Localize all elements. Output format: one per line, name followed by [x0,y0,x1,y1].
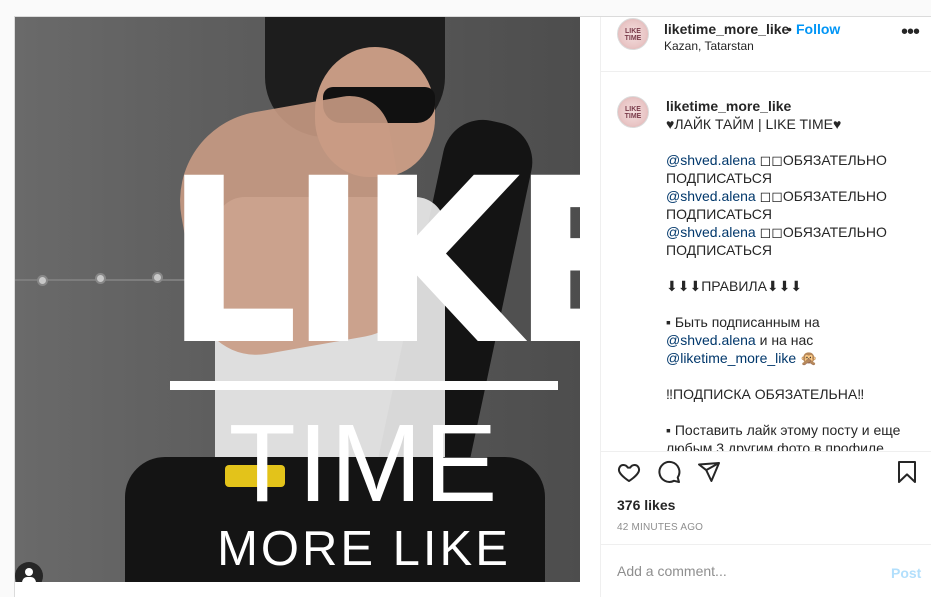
mention-link[interactable]: @shved.alena [666,332,756,348]
caption-line [666,367,916,385]
comment-box: Post [601,544,931,597]
mention-link[interactable]: @shved.alena [666,224,756,240]
user-head-shape [25,568,33,576]
caption-line: @shved.alena ◻◻ОБЯЗАТЕЛЬНО ПОДПИСАТЬСЯ [666,151,916,187]
post-image[interactable]: LIKE TIME MORE LIKE [15,17,580,582]
avatar-logo-text: LIKE TIME [624,106,642,120]
caption-line: ▪ Быть подписанным на [666,313,916,331]
overlay-time-text: TIME [228,402,500,525]
mention-link[interactable]: @liketime_more_like [666,350,796,366]
caption-line [666,259,916,277]
header-username[interactable]: liketime_more_like [664,21,789,37]
overlay-divider [170,381,558,390]
caption-username[interactable]: liketime_more_like [666,97,916,115]
post-header: LIKE TIME liketime_more_like • Follow Ka… [601,17,931,72]
avatar-logo-text: LIKE TIME [624,28,642,42]
caption-body: liketime_more_like ♥ЛАЙК ТАЙМ | LIKE TIM… [666,97,916,451]
caption-line [666,403,916,421]
comment-icon[interactable] [657,460,681,484]
heart-icon[interactable] [617,460,641,484]
mention-link[interactable]: @shved.alena [666,152,756,168]
caption-text: ▪ Быть подписанным на [666,314,820,330]
comment-input[interactable] [617,563,867,579]
likes-count[interactable]: 376 likes [617,497,675,513]
caption-avatar[interactable]: LIKE TIME [617,96,649,128]
mention-link[interactable]: @shved.alena [666,188,756,204]
header-separator: • [787,21,792,37]
share-icon[interactable] [697,460,721,484]
caption-text: ‼ПОДПИСКА ОБЯЗАТЕЛЬНА‼ [666,386,865,402]
post-dialog: LIKE TIME MORE LIKE LIKE TIME liketime_m… [14,16,931,597]
caption-text: и на нас [755,332,814,348]
follow-button[interactable]: Follow [796,21,840,37]
tagged-users-icon[interactable] [15,562,43,582]
caption-line: ▪ Поставить лайк этому посту и еще любым… [666,421,916,451]
caption-line: ⬇⬇⬇ПРАВИЛА⬇⬇⬇ [666,277,916,295]
caption-line [666,133,916,151]
caption-line: ♥ЛАЙК ТАЙМ | LIKE TIME♥ [666,115,916,133]
caption-line: @liketime_more_like 🙊 [666,349,916,367]
caption-line [666,295,916,313]
bookmark-icon[interactable] [895,460,919,484]
caption-text: ⬇⬇⬇ПРАВИЛА⬇⬇⬇ [666,278,803,294]
caption-line: ‼ПОДПИСКА ОБЯЗАТЕЛЬНА‼ [666,385,916,403]
post-sidebar: LIKE TIME liketime_more_like • Follow Ka… [600,17,931,597]
caption-line: @shved.alena и на нас [666,331,916,349]
caption-text: ♥ЛАЙК ТАЙМ | LIKE TIME♥ [666,116,842,132]
location-link[interactable]: Kazan, Tatarstan [664,39,754,53]
overlay-more-like-text: MORE LIKE [217,522,511,576]
post-timestamp[interactable]: 42 MINUTES AGO [617,522,703,533]
user-body-shape [22,577,36,582]
more-options-icon[interactable]: ••• [901,21,920,44]
avatar[interactable]: LIKE TIME [617,18,649,50]
caption-text: 🙊 [796,350,818,366]
overlay-like-text: LIKE [165,129,580,395]
caption-line: @shved.alena ◻◻ОБЯЗАТЕЛЬНО ПОДПИСАТЬСЯ [666,223,916,259]
action-bar [601,451,931,491]
wall-bolt [37,275,48,286]
caption-area[interactable]: LIKE TIME liketime_more_like ♥ЛАЙК ТАЙМ … [601,73,931,451]
caption-text: ▪ Поставить лайк этому посту и еще любым… [666,422,901,451]
post-comment-button[interactable]: Post [891,565,921,581]
caption-line: @shved.alena ◻◻ОБЯЗАТЕЛЬНО ПОДПИСАТЬСЯ [666,187,916,223]
wall-bolt [152,272,163,283]
wall-bolt [95,273,106,284]
